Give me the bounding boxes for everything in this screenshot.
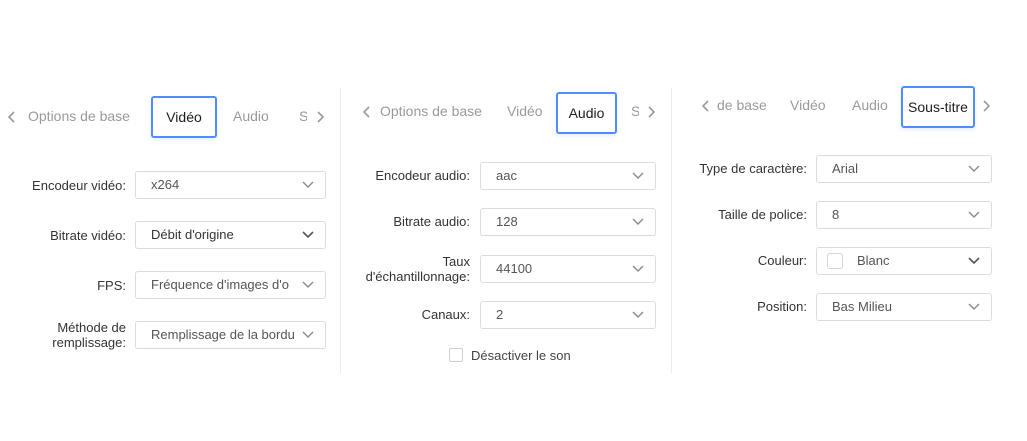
fps-label: FPS: (97, 278, 126, 293)
audio-encoder-select[interactable]: aac (480, 162, 656, 190)
font-type-row: Type de caractère: Arial (672, 155, 1012, 185)
channels-row: Canaux: 2 (341, 301, 671, 331)
tab-basic-options[interactable]: Options de base (380, 92, 482, 130)
chevron-left-icon[interactable] (361, 104, 377, 120)
audio-bitrate-label: Bitrate audio: (393, 214, 470, 229)
tab-audio[interactable]: Audio (556, 92, 617, 134)
color-swatch (827, 252, 843, 269)
chevron-down-icon (301, 180, 315, 190)
tab-video[interactable]: Vidéo (790, 86, 826, 124)
video-encoder-row: Encodeur vidéo: x264 (0, 171, 340, 201)
tab-basic-options[interactable]: de base (717, 86, 767, 124)
chevron-down-icon (301, 280, 315, 290)
subtitle-settings-panel: de base Vidéo Audio Sous-titre Type de c… (672, 84, 1012, 374)
sample-rate-label: Taux d'échantillonnage: (365, 254, 470, 284)
tab-basic-options[interactable]: Options de base (28, 97, 130, 135)
video-encoder-label: Encodeur vidéo: (32, 178, 126, 193)
chevron-left-icon[interactable] (6, 109, 22, 125)
chevron-down-icon (301, 230, 315, 240)
color-row: Couleur: Blanc (672, 247, 1012, 277)
fps-row: FPS: Fréquence d'images d'o (0, 271, 340, 301)
chevron-down-icon (967, 210, 981, 220)
sample-rate-row: Taux d'échantillonnage: 44100 (341, 254, 671, 285)
video-encoder-select[interactable]: x264 (135, 171, 326, 199)
color-select[interactable]: Blanc (816, 247, 992, 275)
tab-audio[interactable]: Audio (233, 97, 269, 135)
audio-encoder-label: Encodeur audio: (375, 168, 470, 183)
tab-video[interactable]: Vidéo (151, 96, 217, 138)
chevron-down-icon (967, 256, 981, 266)
chevron-down-icon (967, 302, 981, 312)
audio-settings-panel: Options de base Vidéo Audio S Encodeur a… (341, 84, 671, 374)
video-bitrate-select[interactable]: Débit d'origine (135, 221, 326, 249)
color-label: Couleur: (757, 253, 807, 268)
tab-subtitle-truncated[interactable]: S (631, 92, 639, 130)
tab-video[interactable]: Vidéo (507, 92, 543, 130)
tab-bar: de base Vidéo Audio Sous-titre (672, 86, 1012, 128)
chevron-down-icon (631, 310, 645, 320)
fill-method-row: Méthode de remplissage: Remplissage de l… (0, 320, 340, 351)
audio-bitrate-row: Bitrate audio: 128 (341, 208, 671, 238)
font-size-select[interactable]: 8 (816, 201, 992, 229)
fill-method-select[interactable]: Remplissage de la bordu (135, 321, 326, 349)
mute-checkbox[interactable] (449, 348, 463, 362)
fps-select[interactable]: Fréquence d'images d'o (135, 271, 326, 299)
tab-subtitle-truncated[interactable]: S (299, 97, 307, 135)
chevron-down-icon (301, 330, 315, 340)
position-row: Position: Bas Milieu (672, 293, 1012, 323)
tab-subtitles[interactable]: Sous-titre (901, 86, 975, 128)
chevron-down-icon (967, 164, 981, 174)
font-size-row: Taille de police: 8 (672, 201, 1012, 231)
font-size-label: Taille de police: (718, 207, 807, 222)
chevron-left-icon[interactable] (700, 98, 716, 114)
chevron-down-icon (631, 171, 645, 181)
audio-encoder-row: Encodeur audio: aac (341, 162, 671, 192)
chevron-right-icon[interactable] (645, 104, 661, 120)
chevron-down-icon (631, 264, 645, 274)
fill-method-label: Méthode de remplissage: (52, 320, 126, 350)
chevron-right-icon[interactable] (314, 109, 330, 125)
tab-bar: Options de base Vidéo Audio S (341, 92, 671, 134)
channels-select[interactable]: 2 (480, 301, 656, 329)
channels-label: Canaux: (421, 307, 470, 322)
position-label: Position: (757, 299, 807, 314)
font-type-select[interactable]: Arial (816, 155, 992, 183)
font-type-label: Type de caractère: (699, 161, 807, 176)
position-select[interactable]: Bas Milieu (816, 293, 992, 321)
sample-rate-select[interactable]: 44100 (480, 255, 656, 283)
chevron-right-icon[interactable] (980, 98, 996, 114)
video-bitrate-label: Bitrate vidéo: (50, 228, 126, 243)
video-settings-panel: Options de base Vidéo Audio S Encodeur v… (0, 84, 340, 374)
mute-label[interactable]: Désactiver le son (471, 348, 571, 363)
tab-bar: Options de base Vidéo Audio S (0, 96, 340, 138)
video-bitrate-row: Bitrate vidéo: Débit d'origine (0, 221, 340, 251)
tab-audio[interactable]: Audio (852, 86, 888, 124)
chevron-down-icon (631, 217, 645, 227)
audio-bitrate-select[interactable]: 128 (480, 208, 656, 236)
